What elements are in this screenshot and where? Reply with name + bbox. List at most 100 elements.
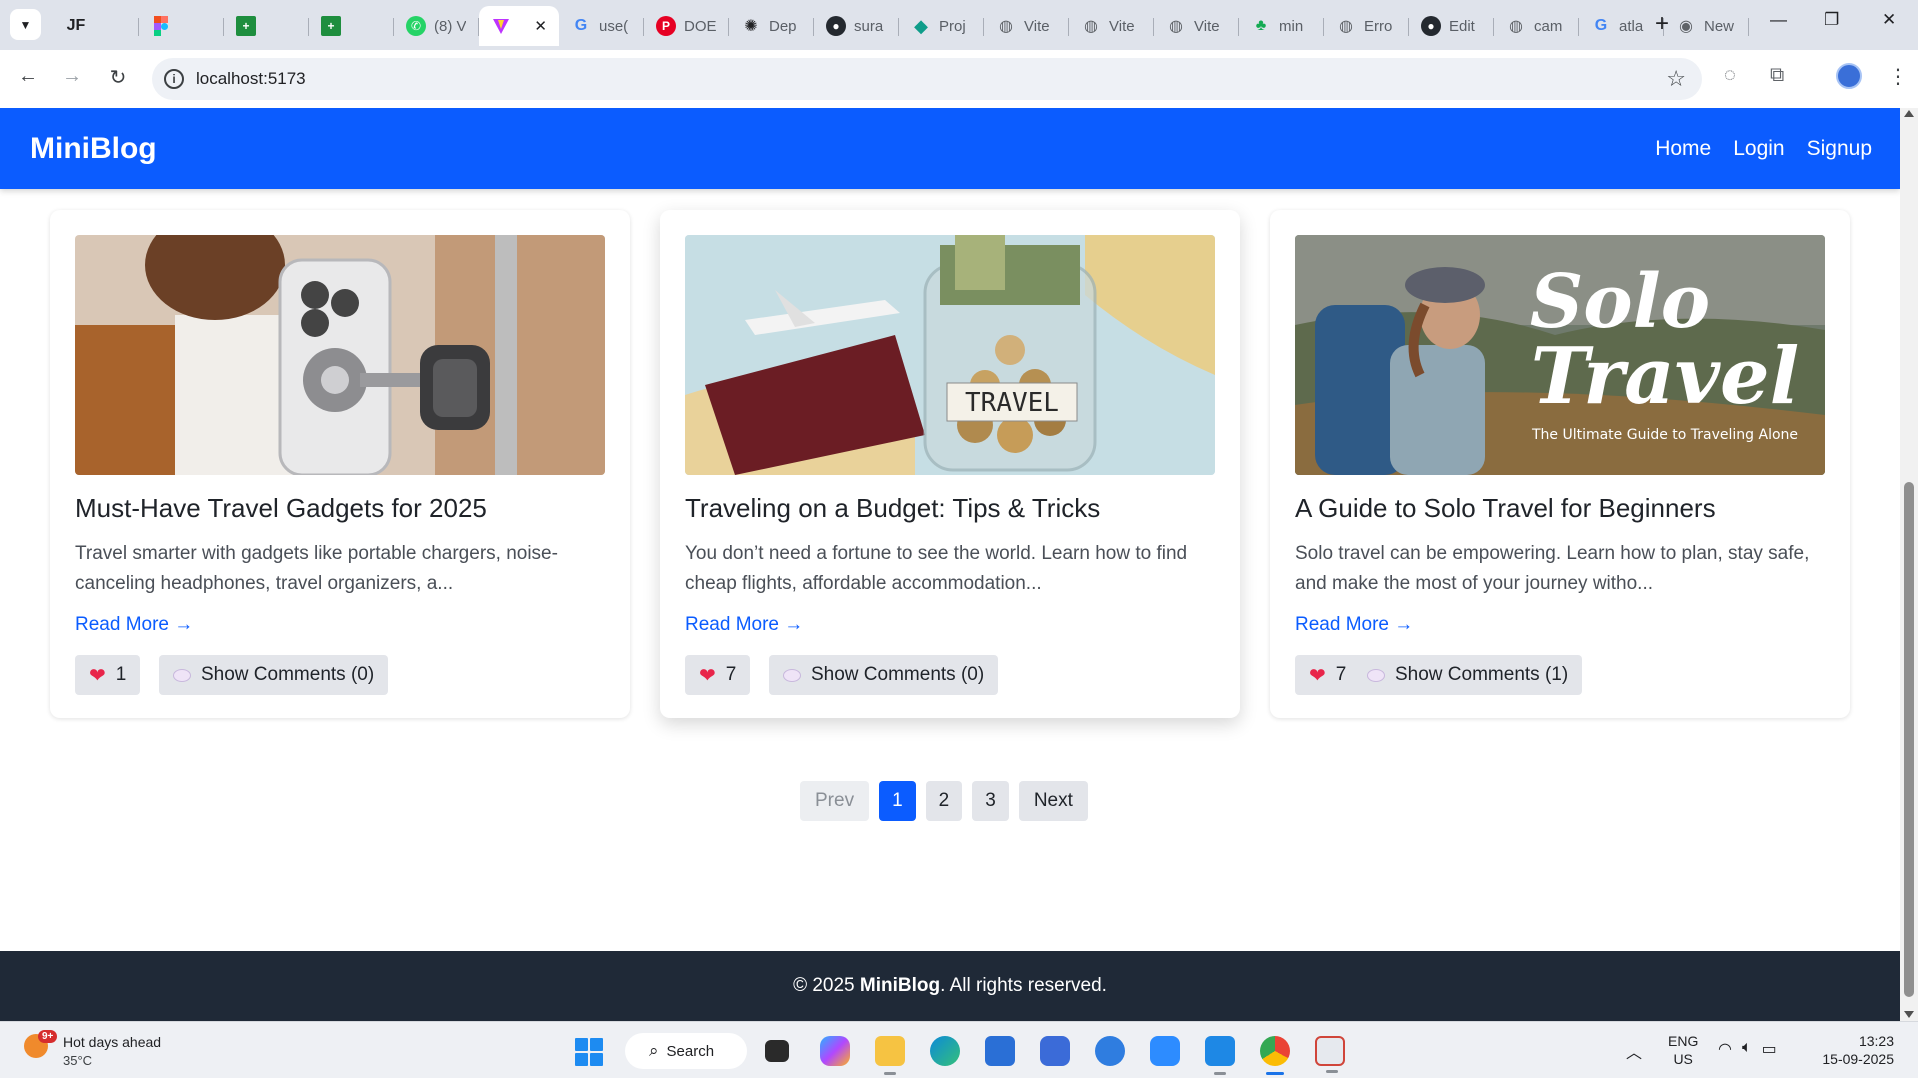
close-icon[interactable]: ✕ [534,17,547,35]
github-icon: ● [1421,16,1441,36]
tab[interactable] [139,6,224,46]
tab-label: Dep [769,17,797,35]
url-text[interactable]: localhost:5173 [196,69,306,89]
nav-login-link[interactable]: Login [1733,137,1784,161]
tab-label: use( [599,17,629,35]
like-count: 7 [725,664,737,685]
read-more-link[interactable]: Read More → [685,614,803,636]
extension-icon[interactable]: ◌ [1724,64,1736,87]
bookmark-star-icon[interactable]: ☆ [1666,66,1686,92]
back-icon[interactable]: ← [14,65,42,88]
zoom-icon[interactable] [1150,1036,1180,1066]
input-language[interactable]: ENG US [1668,1032,1698,1068]
post-title[interactable]: A Guide to Solo Travel for Beginners [1295,493,1716,524]
tab[interactable]: ● sura [814,6,899,46]
like-button[interactable]: ❤ 1 [75,655,141,695]
chrome-icon: ◉ [1679,18,1693,35]
page-viewport: MiniBlog Home Login Signup Must-Have Tra… [0,108,1900,1021]
prev-page-button[interactable]: Prev [800,781,870,821]
tab[interactable]: ✺ Dep [729,6,814,46]
read-more-link[interactable]: Read More → [75,614,193,636]
battery-icon[interactable]: ▭ [1762,1039,1777,1059]
scroll-down-icon[interactable] [1904,1011,1914,1018]
avatar[interactable] [1836,63,1862,89]
tab[interactable]: Gatla [1579,6,1664,46]
tab[interactable]: ◆ Proj [899,6,984,46]
tab[interactable]: P DOE [644,6,729,46]
weather-title[interactable]: Hot days ahead [63,1034,161,1050]
tab[interactable]: ♣ min [1239,6,1324,46]
tab-active[interactable]: ✕ [479,6,559,46]
tab[interactable]: ◉ New [1664,6,1749,46]
tab[interactable]: ● Edit [1409,6,1494,46]
reload-icon[interactable]: ↻ [104,65,132,90]
tab-label: cam [1534,17,1563,35]
clock[interactable]: 13:23 15-09-2025 [1822,1032,1894,1068]
show-comments-button[interactable]: Show Comments (0) [159,655,389,695]
tab[interactable]: ◍ Erro [1324,6,1409,46]
edge-icon[interactable] [930,1036,960,1066]
next-page-button[interactable]: Next [1018,781,1088,821]
tab[interactable]: + [224,6,309,46]
tab[interactable]: Guse( [559,6,644,46]
chevron-up-icon[interactable]: ︿ [1626,1039,1642,1063]
post-image-gadgets[interactable] [75,235,605,475]
tab[interactable]: ◍ Vite [1069,6,1154,46]
like-button[interactable]: ❤ 7 [685,655,751,695]
page-button-1[interactable]: 1 [879,781,916,821]
sync-app-icon[interactable] [1095,1036,1125,1066]
tab[interactable]: JF [54,6,139,46]
globe-icon: ◍ [1084,18,1098,35]
chrome-icon[interactable] [1260,1036,1290,1075]
volume-icon[interactable]: 🔈︎ [1742,1039,1752,1059]
page-button-2[interactable]: 2 [925,781,963,821]
tab-search-button[interactable]: ▼ [10,9,41,40]
kebab-menu-icon[interactable]: ⋮ [1888,64,1908,89]
taskbar-search[interactable]: ⌕ Search [625,1033,747,1069]
snipping-tool-icon[interactable] [1315,1036,1345,1073]
tab[interactable]: ◍ cam [1494,6,1579,46]
site-brand[interactable]: MiniBlog [30,132,157,166]
window-close-icon[interactable]: ✕ [1882,10,1896,30]
tab[interactable]: ◍ Vite [1154,6,1239,46]
restore-icon[interactable]: ❐ [1824,10,1839,30]
windows-start-icon[interactable] [575,1038,603,1066]
tab[interactable]: ✆ (8) V [394,6,479,46]
file-explorer-icon[interactable] [875,1036,905,1075]
vscode-icon[interactable] [1205,1036,1235,1075]
nav-links: Home Login Signup [1655,137,1872,161]
footer-copyright-prefix: © 2025 [793,975,860,996]
system-tray[interactable]: ◠ 🔈︎ ▭ [1718,1039,1777,1059]
address-bar[interactable]: i localhost:5173 ☆ [152,58,1702,100]
post-image-solo[interactable]: Solo Travel The Ultimate Guide to Travel… [1295,235,1825,475]
nav-signup-link[interactable]: Signup [1807,137,1872,161]
show-comments-button[interactable]: Show Comments (1) [1353,655,1583,695]
tab[interactable]: ◍ Vite [984,6,1069,46]
minimize-icon[interactable]: — [1770,10,1787,30]
post-image-budget[interactable]: TRAVEL [685,235,1215,475]
show-comments-button[interactable]: Show Comments (0) [769,655,999,695]
vite-icon [491,16,511,36]
store-icon[interactable] [985,1036,1015,1066]
like-button[interactable]: ❤ 7 [1295,655,1361,695]
extensions-puzzle-icon[interactable]: ⧉ [1770,64,1784,87]
copilot-icon[interactable] [820,1036,850,1066]
scroll-up-icon[interactable] [1904,110,1914,117]
page-button-3[interactable]: 3 [972,781,1009,821]
wifi-icon[interactable]: ◠ [1718,1039,1732,1059]
post-excerpt: Solo travel can be empowering. Learn how… [1295,543,1810,594]
teams-chat-icon[interactable] [1040,1036,1070,1066]
read-more-link[interactable]: Read More → [1295,614,1413,636]
post-title[interactable]: Traveling on a Budget: Tips & Tricks [685,493,1100,524]
scrollbar-thumb[interactable] [1904,482,1914,997]
new-tab-button[interactable]: + [1655,12,1669,36]
show-comments-label: Show Comments (0) [201,664,375,685]
page-scrollbar[interactable] [1900,108,1918,1021]
task-view-icon[interactable] [765,1040,789,1062]
post-title[interactable]: Must-Have Travel Gadgets for 2025 [75,493,487,524]
site-footer: © 2025 MiniBlog. All rights reserved. [0,951,1900,1021]
nav-home-link[interactable]: Home [1655,137,1711,161]
forward-icon[interactable]: → [58,65,86,88]
site-info-icon[interactable]: i [164,69,184,89]
tab[interactable]: + [309,6,394,46]
